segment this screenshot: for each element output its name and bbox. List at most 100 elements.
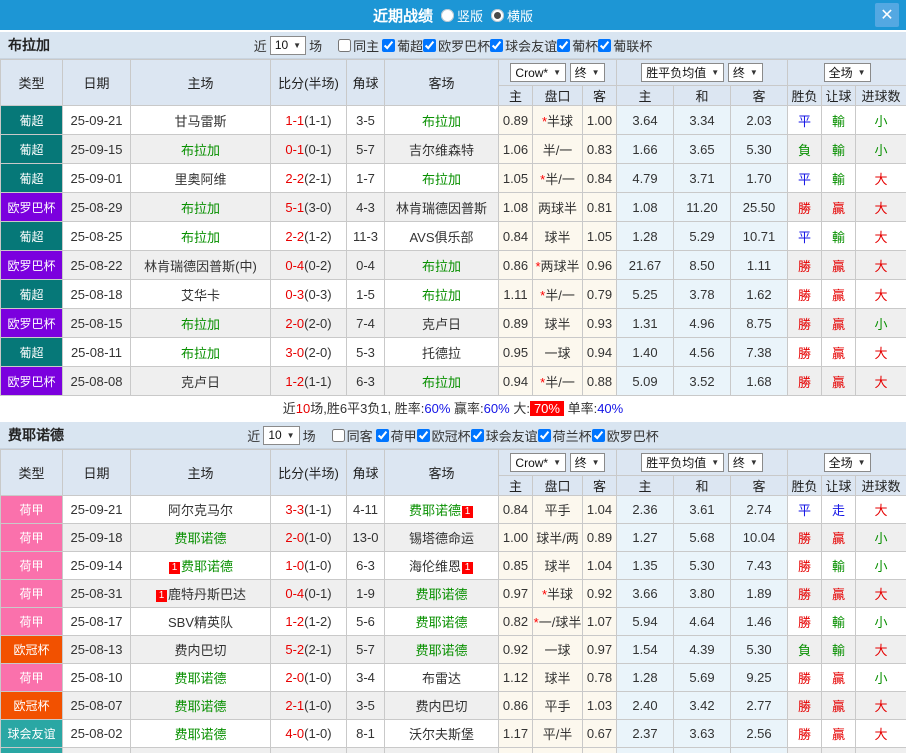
avg-draw: 4.56 (674, 338, 731, 367)
handicap: 平/半 (533, 720, 583, 748)
league-filter-checkbox[interactable]: 欧冠杯 (417, 426, 471, 445)
league-filter-checkbox[interactable]: 葡杯 (557, 36, 598, 55)
checkbox-icon[interactable] (423, 39, 436, 52)
home-team: 费耶诺德 (131, 692, 271, 720)
col-handicap: 盘口 (533, 476, 583, 496)
table-row: 欧罗巴杯25-08-08克卢日1-2(1-1)6-3布拉加0.94*半/一0.8… (1, 367, 906, 396)
checkbox-icon[interactable] (592, 429, 605, 442)
checkbox-icon[interactable] (417, 429, 430, 442)
odds-stage-select[interactable]: 终▼ (570, 63, 605, 82)
checkbox-icon[interactable] (471, 429, 484, 442)
match-date: 25-08-07 (63, 692, 131, 720)
checkbox-icon[interactable] (338, 39, 351, 52)
same-venue-checkbox[interactable]: 同客 (332, 426, 373, 445)
avg-stage-select[interactable]: 终▼ (728, 63, 763, 82)
odds-stage-select[interactable]: 终▼ (570, 453, 605, 472)
checkbox-icon[interactable] (376, 429, 389, 442)
away-odds: 0.79 (583, 280, 617, 309)
bookmaker-select[interactable]: Crow*▼ (510, 453, 566, 472)
checkbox-icon[interactable] (332, 429, 345, 442)
checkbox-icon[interactable] (490, 39, 503, 52)
col-avg-away: 客 (731, 86, 788, 106)
chevron-down-icon: ▼ (287, 431, 295, 440)
checkbox-icon[interactable] (538, 429, 551, 442)
home-team: 克卢日 (131, 367, 271, 396)
close-icon[interactable]: ✕ (875, 3, 899, 27)
league-filter-checkbox[interactable]: 球会友谊 (490, 36, 557, 55)
avg-draw: 5.29 (674, 222, 731, 251)
result-wdl: 平 (788, 106, 822, 135)
handicap: *两球半 (533, 251, 583, 280)
chevron-down-icon: ▼ (711, 458, 719, 467)
league-filter-checkbox[interactable]: 葡联杯 (598, 36, 652, 55)
result-handicap: 贏 (822, 280, 856, 309)
layout-option-vertical[interactable]: 竖版 (441, 6, 483, 25)
away-team: 费耶诺德 (385, 748, 499, 753)
checkbox-icon[interactable] (382, 39, 395, 52)
checkbox-icon[interactable] (598, 39, 611, 52)
scope-select[interactable]: 全场▼ (824, 453, 871, 472)
result-wdl: 平 (788, 222, 822, 251)
avg-draw: 3.52 (674, 367, 731, 396)
avg-home: 1.54 (617, 636, 674, 664)
league-badge: 球会友谊 (1, 748, 63, 753)
league-filter-checkbox[interactable]: 荷甲 (376, 426, 417, 445)
result-goals: 大 (856, 580, 906, 608)
match-date: 25-08-31 (63, 580, 131, 608)
radio-unchecked-icon[interactable] (441, 9, 454, 22)
avg-type-select[interactable]: 胜平负均值▼ (641, 63, 724, 82)
result-handicap: 輸 (822, 135, 856, 164)
match-score: 2-0(1-0) (271, 664, 347, 692)
result-goals: 大 (856, 193, 906, 222)
avg-type-select[interactable]: 胜平负均值▼ (641, 453, 724, 472)
corner-score: 4-3 (347, 193, 385, 222)
chevron-down-icon: ▼ (750, 458, 758, 467)
league-badge: 欧罗巴杯 (1, 251, 63, 280)
table-row: 荷甲25-08-311鹿特丹斯巴达0-4(0-1)1-9费耶诺德0.97*半球0… (1, 580, 906, 608)
away-odds: 0.97 (583, 636, 617, 664)
away-team: 费内巴切 (385, 692, 499, 720)
avg-draw: 5.30 (674, 552, 731, 580)
scope-select[interactable]: 全场▼ (824, 63, 871, 82)
match-count-select[interactable]: 10▼ (270, 36, 306, 55)
avg-stage-select[interactable]: 终▼ (728, 453, 763, 472)
result-handicap: 贏 (822, 251, 856, 280)
result-handicap: 贏 (822, 193, 856, 222)
away-odds: 0.84 (583, 164, 617, 193)
home-team: SBV精英队 (131, 608, 271, 636)
home-team: 阿尔克马尔 (131, 496, 271, 524)
league-filter-checkbox[interactable]: 荷兰杯 (538, 426, 592, 445)
games-label: 场 (303, 426, 316, 445)
col-avg-draw: 和 (674, 476, 731, 496)
league-filter-checkbox[interactable]: 欧罗巴杯 (423, 36, 490, 55)
avg-draw: 4.39 (674, 636, 731, 664)
col-odds-away: 客 (583, 86, 617, 106)
league-filter-checkbox[interactable]: 葡超 (382, 36, 423, 55)
match-date: 25-08-02 (63, 720, 131, 748)
corner-score: 1-5 (347, 280, 385, 309)
away-team: 吉尔维森特 (385, 135, 499, 164)
odds-group-header: Crow*▼ 终▼ (499, 60, 617, 86)
col-corner: 角球 (347, 60, 385, 106)
avg-away: 1.46 (731, 608, 788, 636)
checkbox-icon[interactable] (557, 39, 570, 52)
layout-option-horizontal[interactable]: 横版 (491, 6, 533, 25)
result-goals: 小 (856, 309, 906, 338)
result-handicap: 輸 (822, 222, 856, 251)
away-odds: 0.92 (583, 580, 617, 608)
league-filter-checkbox[interactable]: 欧罗巴杯 (592, 426, 659, 445)
match-count-select[interactable]: 10▼ (263, 426, 299, 445)
chevron-down-icon: ▼ (711, 68, 719, 77)
radio-checked-icon[interactable] (491, 9, 504, 22)
col-type: 类型 (1, 450, 63, 496)
avg-draw: 8.50 (674, 251, 731, 280)
result-wdl: 勝 (788, 664, 822, 692)
bookmaker-select[interactable]: Crow*▼ (510, 63, 566, 82)
match-date: 25-08-17 (63, 608, 131, 636)
home-odds: 1.17 (499, 720, 533, 748)
league-filter-checkbox[interactable]: 球会友谊 (471, 426, 538, 445)
same-venue-checkbox[interactable]: 同主 (338, 36, 379, 55)
home-team: 艾华卡 (131, 280, 271, 309)
avg-home: 1.28 (617, 222, 674, 251)
result-goals: 大 (856, 164, 906, 193)
